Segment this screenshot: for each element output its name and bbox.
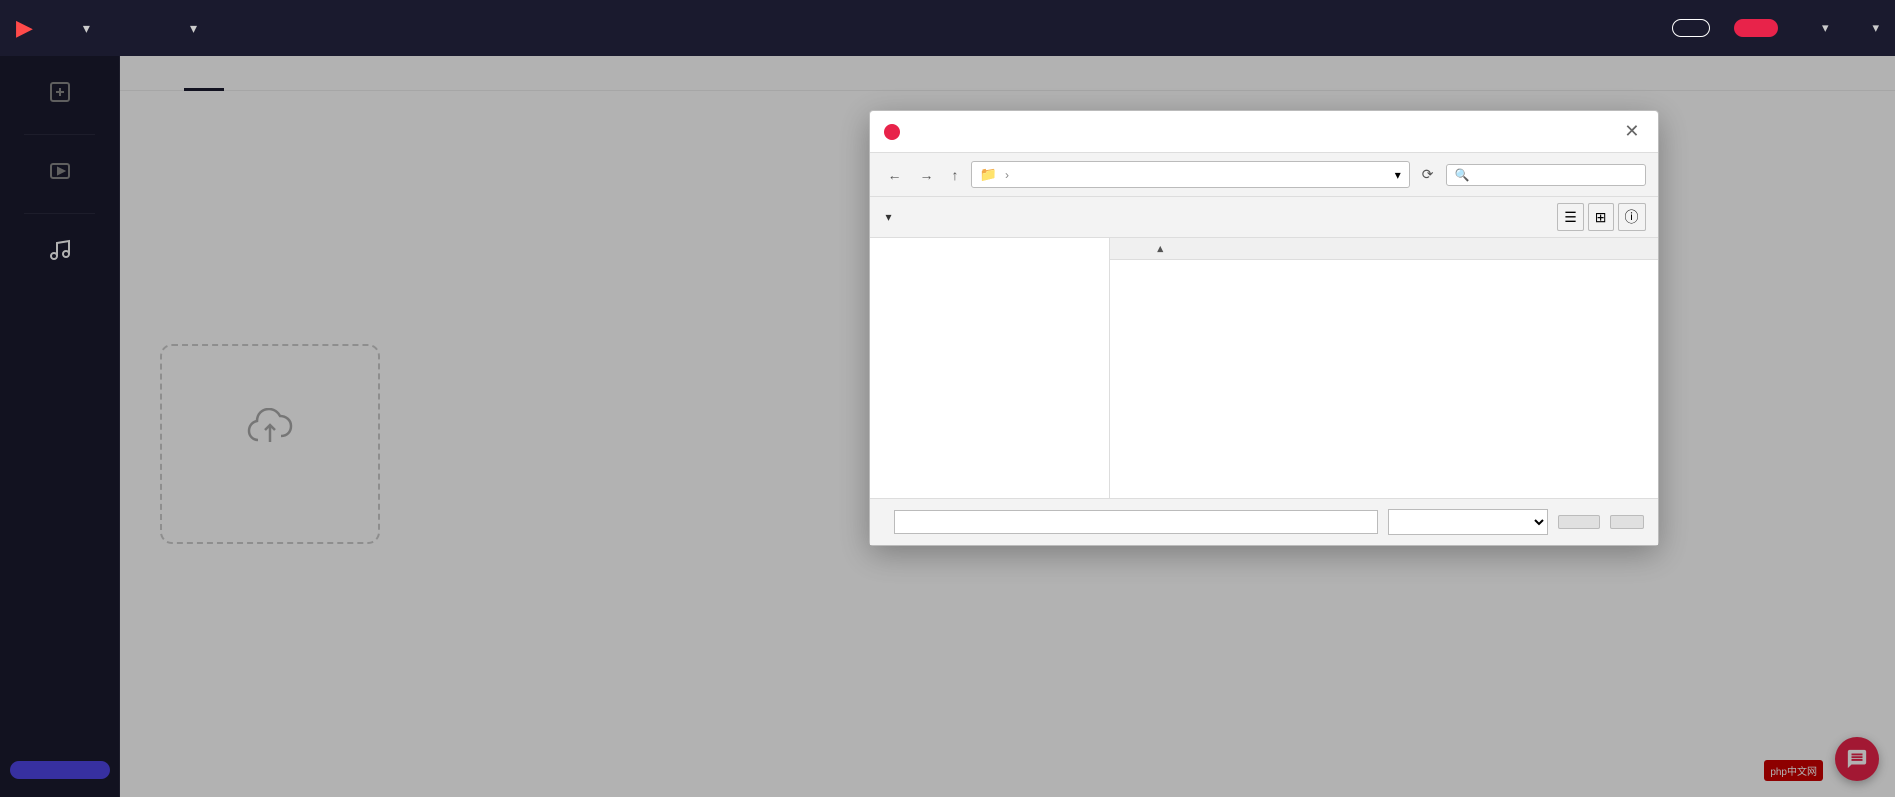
dialog-footer [870, 498, 1658, 545]
breadcrumb-bar: 📁 › ▾ [971, 161, 1410, 188]
column-view-button[interactable]: ⊞ [1588, 203, 1614, 231]
search-bar: 🔍 [1446, 164, 1646, 186]
list-view-button[interactable]: ☰ [1557, 203, 1584, 231]
details-view-button[interactable]: ⓘ [1618, 203, 1646, 231]
filename-input[interactable] [894, 510, 1378, 534]
file-list-header: ▴ [1110, 238, 1658, 260]
search-icon: 🔍 [1455, 168, 1470, 182]
up-button[interactable]: ↑ [946, 163, 965, 187]
back-button[interactable]: ← [882, 163, 908, 187]
search-input[interactable] [1475, 168, 1615, 182]
organize-button[interactable]: ▾ [882, 210, 892, 224]
new-project-button[interactable] [1672, 19, 1710, 37]
dialog-body: ▴ [870, 238, 1658, 498]
dialog-folder-tree [870, 238, 1110, 498]
dialog-toolbar: ← → ↑ 📁 › ▾ ⟳ 🔍 [870, 153, 1658, 197]
file-list-area: ▴ [1110, 238, 1658, 498]
refresh-button[interactable]: ⟳ [1416, 162, 1440, 187]
dialog-title-icon [884, 124, 900, 140]
logo: ▶ [16, 15, 39, 41]
filetype-select[interactable] [1388, 509, 1548, 535]
forward-button[interactable]: → [914, 163, 940, 187]
open-button[interactable] [1558, 515, 1600, 529]
organize-bar: ▾ ☰ ⊞ ⓘ [870, 197, 1658, 238]
dialog-close-button[interactable]: ✕ [1620, 121, 1643, 142]
my-videos-link[interactable]: ▾ [1818, 20, 1829, 36]
top-nav: ▶ ▾ ▾ ▾ ▾ [0, 0, 1895, 56]
nav-resources[interactable]: ▾ [186, 20, 197, 37]
cancel-button[interactable] [1610, 515, 1644, 529]
breadcrumb-folder-icon: 📁 [980, 166, 997, 183]
nav-what-you-can-do[interactable]: ▾ [79, 20, 90, 37]
claim-now-button[interactable] [1734, 19, 1778, 37]
view-buttons: ☰ ⊞ ⓘ [1557, 203, 1645, 231]
logo-icon: ▶ [16, 15, 33, 41]
dialog-title-bar: ✕ [870, 111, 1658, 153]
col-name-header[interactable]: ▴ [1150, 242, 1302, 255]
file-upload-dialog: ✕ ← → ↑ 📁 › ▾ ⟳ 🔍 ▾ ☰ ⊞ ⓘ [869, 110, 1659, 546]
user-account[interactable]: ▾ [1868, 20, 1879, 36]
